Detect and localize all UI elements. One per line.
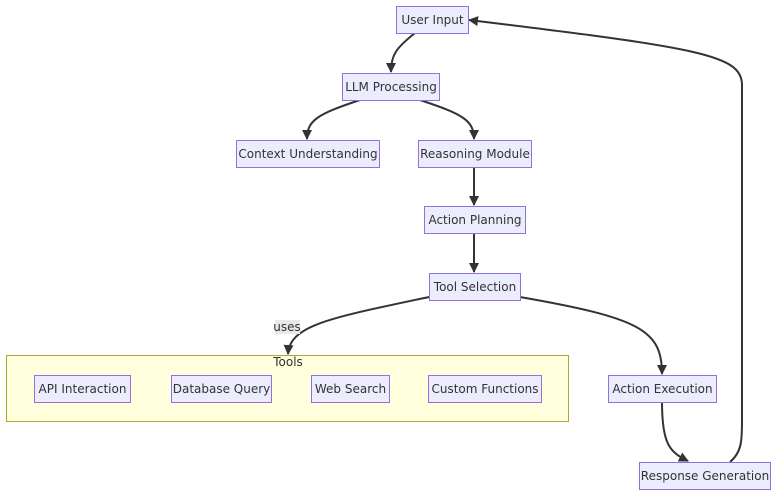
edge-label-uses: uses [273,320,301,334]
node-label: LLM Processing [345,80,437,94]
edge-action-execution-to-response [661,401,689,462]
edge-user-input-to-llm [386,32,416,73]
node-action-planning[interactable]: Action Planning [424,206,526,234]
node-label: Action Execution [612,382,712,396]
node-action-execution[interactable]: Action Execution [608,375,717,403]
flowchart: Tools uses User Input LLM Processing Con… [6,6,771,490]
node-label: User Input [401,13,464,27]
node-label: Reasoning Module [420,147,530,161]
node-response-generation[interactable]: Response Generation [639,462,771,490]
node-label: Action Planning [428,213,521,227]
node-tool-selection[interactable]: Tool Selection [429,273,521,301]
node-label: Web Search [315,382,386,396]
node-label: Response Generation [641,469,769,483]
node-api-interaction[interactable]: API Interaction [34,375,131,403]
cluster-title: Tools [272,355,303,369]
edge-tool-selection-to-tools [283,296,430,355]
node-label: Context Understanding [238,147,377,161]
edge-llm-to-reasoning [419,99,479,140]
node-user-input[interactable]: User Input [396,6,469,34]
node-web-search[interactable]: Web Search [311,375,390,403]
node-context-understanding[interactable]: Context Understanding [236,140,380,168]
node-label: API Interaction [39,382,127,396]
node-custom-functions[interactable]: Custom Functions [428,375,542,403]
node-llm-processing[interactable]: LLM Processing [342,73,440,101]
node-reasoning-module[interactable]: Reasoning Module [418,140,532,168]
node-label: Database Query [173,382,271,396]
edge-llm-to-context [302,99,361,140]
node-label: Tool Selection [433,280,516,294]
node-database-query[interactable]: Database Query [171,375,272,403]
node-label: Custom Functions [431,382,538,396]
